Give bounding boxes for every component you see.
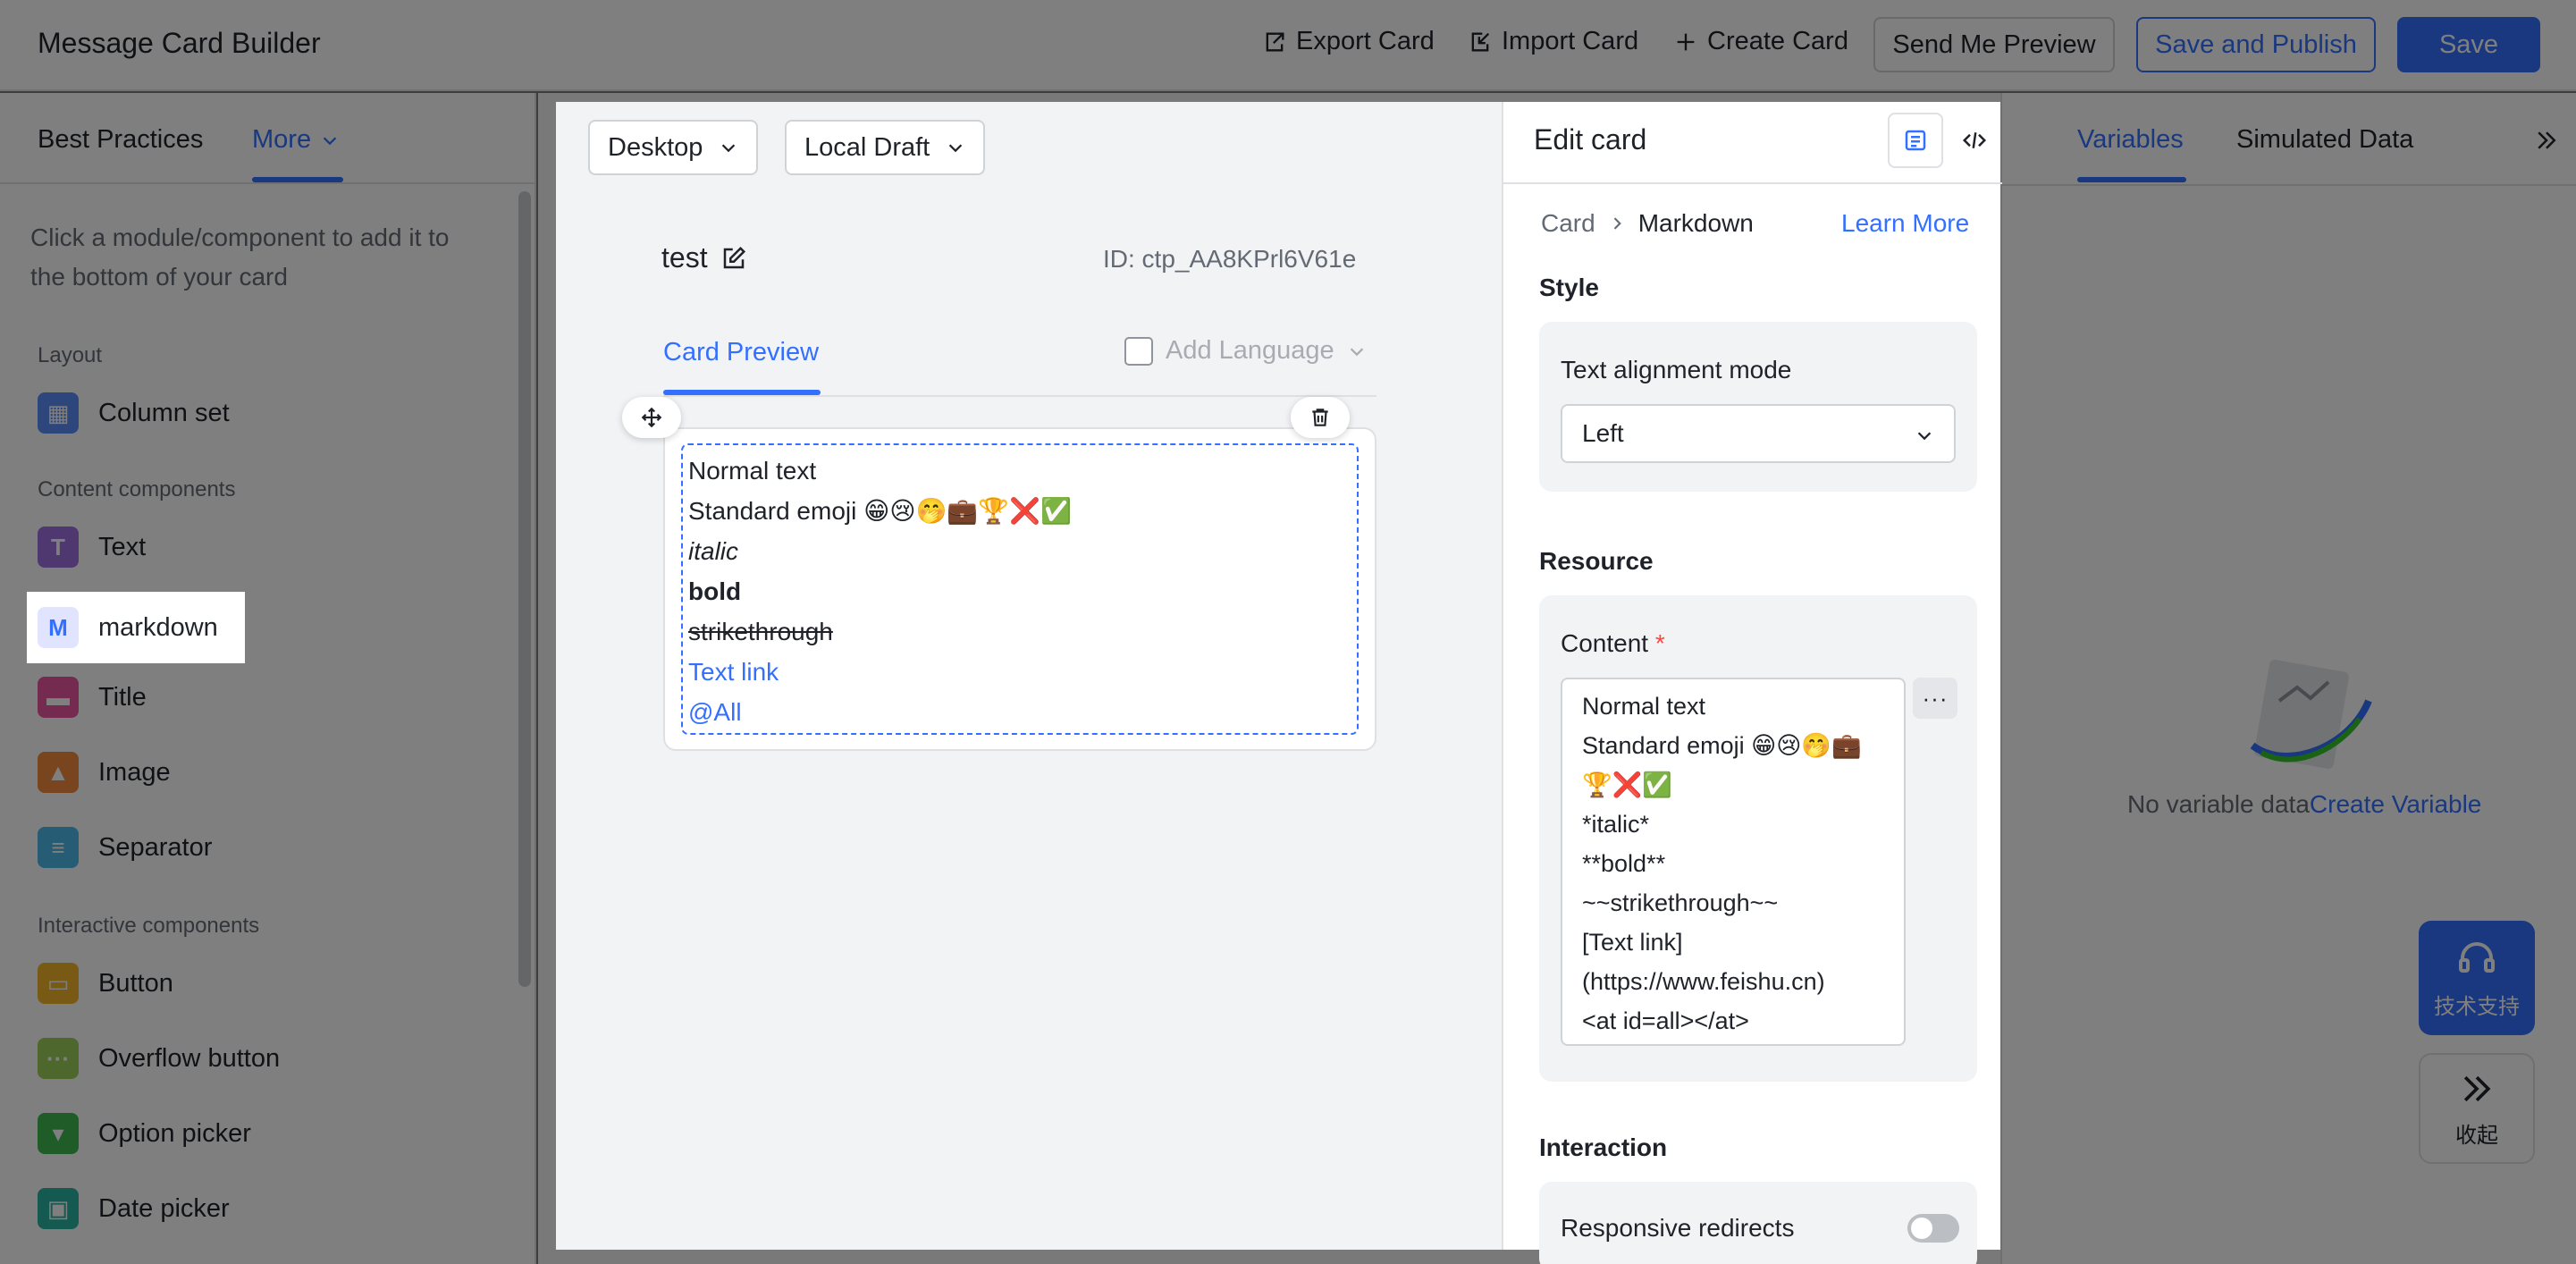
- component-label: markdown: [98, 612, 218, 642]
- edit-panel-title: Edit card: [1534, 123, 1647, 156]
- md-bold-text: bold: [688, 577, 742, 605]
- md-strike-text: strikethrough: [688, 618, 833, 645]
- trash-icon: [1312, 409, 1328, 426]
- tabs-border: [663, 395, 1376, 397]
- device-dropdown[interactable]: Desktop: [588, 120, 759, 175]
- content-label-text: Content: [1561, 629, 1649, 657]
- code-mode-button[interactable]: [1947, 113, 2002, 168]
- add-language[interactable]: Add Language: [1124, 336, 1367, 366]
- content-line: Standard emoji 😁😢🤭💼: [1582, 732, 1862, 759]
- markdown-block[interactable]: Normal text Standard emoji 😁😢🤭💼🏆❌✅ itali…: [681, 443, 1359, 735]
- content-line: **bold**: [1582, 850, 1666, 877]
- drag-handle[interactable]: [622, 397, 681, 438]
- content-line: *italic*: [1582, 811, 1650, 838]
- content-line: (https://www.feishu.cn): [1582, 968, 1825, 995]
- interaction-section-title: Interaction: [1539, 1133, 1668, 1161]
- version-value: Local Draft: [804, 132, 930, 162]
- align-value: Left: [1582, 419, 1624, 447]
- md-normal-text: Normal text: [688, 457, 817, 485]
- md-italic-text: italic: [688, 537, 739, 565]
- chevron-down-icon: [722, 144, 736, 153]
- content-line: <at id=all></at>: [1582, 1007, 1749, 1034]
- chevron-right-icon: [1613, 217, 1621, 230]
- card-name: test: [661, 241, 747, 274]
- style-section: Text alignment mode Left: [1539, 322, 1977, 492]
- version-dropdown[interactable]: Local Draft: [785, 120, 986, 175]
- md-text-link[interactable]: Text link: [686, 652, 1353, 692]
- md-at-all[interactable]: @All: [686, 692, 1353, 732]
- tab-card-preview[interactable]: Card Preview: [663, 338, 819, 367]
- delete-button[interactable]: [1291, 397, 1350, 438]
- content-line: ~~strikethrough~~: [1582, 889, 1779, 916]
- align-label: Text alignment mode: [1561, 356, 1792, 383]
- md-emoji-text: Standard emoji 😁😢🤭💼🏆❌✅: [688, 497, 1072, 525]
- breadcrumb-root[interactable]: Card: [1541, 209, 1595, 238]
- breadcrumb-current: Markdown: [1637, 209, 1754, 237]
- card-id: ID: ctp_AA8KPrl6V61e: [1103, 245, 1357, 273]
- style-section-title: Style: [1539, 274, 1599, 301]
- content-line: [Text link]: [1582, 929, 1683, 956]
- redirect-label: Responsive redirects: [1561, 1214, 1795, 1242]
- markdown-icon: M: [38, 607, 79, 648]
- redirect-toggle[interactable]: [1907, 1214, 1959, 1243]
- content-more-button[interactable]: ···: [1913, 678, 1957, 719]
- breadcrumb: Card Markdown: [1541, 209, 1754, 238]
- editor-stage: Desktop Local Draft test ID: ctp_AA8KPrl…: [556, 102, 2002, 1264]
- edit-icon[interactable]: [720, 245, 747, 272]
- form-mode-button[interactable]: [1888, 113, 1943, 168]
- content-textarea[interactable]: Normal text Standard emoji 😁😢🤭💼 🏆❌✅ *ita…: [1561, 678, 1906, 1046]
- form-icon: [1905, 130, 1926, 151]
- interaction-section: Responsive redirects: [1539, 1182, 1977, 1264]
- card-name-text: test: [661, 241, 708, 274]
- tab-underline: [663, 390, 821, 395]
- content-label: Content *: [1561, 629, 1665, 658]
- move-icon: [641, 407, 662, 428]
- learn-more-link[interactable]: Learn More: [1841, 209, 1969, 238]
- content-line: 🏆❌✅: [1582, 771, 1672, 798]
- chevron-down-icon: [949, 144, 963, 153]
- edit-panel-header: Edit card: [1503, 102, 2002, 184]
- code-icon: [1962, 132, 1987, 148]
- resource-section: Content * Normal text Standard emoji 😁😢🤭…: [1539, 595, 1977, 1082]
- content-line: Normal text: [1582, 693, 1706, 720]
- add-language-checkbox[interactable]: [1124, 336, 1153, 366]
- device-value: Desktop: [608, 132, 703, 162]
- align-select[interactable]: Left: [1561, 404, 1956, 463]
- resource-section-title: Resource: [1539, 547, 1654, 575]
- required-mark: *: [1654, 629, 1665, 657]
- chevron-down-icon: [1350, 347, 1363, 356]
- add-language-label: Add Language: [1166, 336, 1334, 365]
- chevron-down-icon: [1917, 432, 1932, 441]
- edit-card-panel: Edit card Card Markdown Learn More Style…: [1502, 102, 2002, 1264]
- component-markdown[interactable]: M markdown: [27, 592, 245, 663]
